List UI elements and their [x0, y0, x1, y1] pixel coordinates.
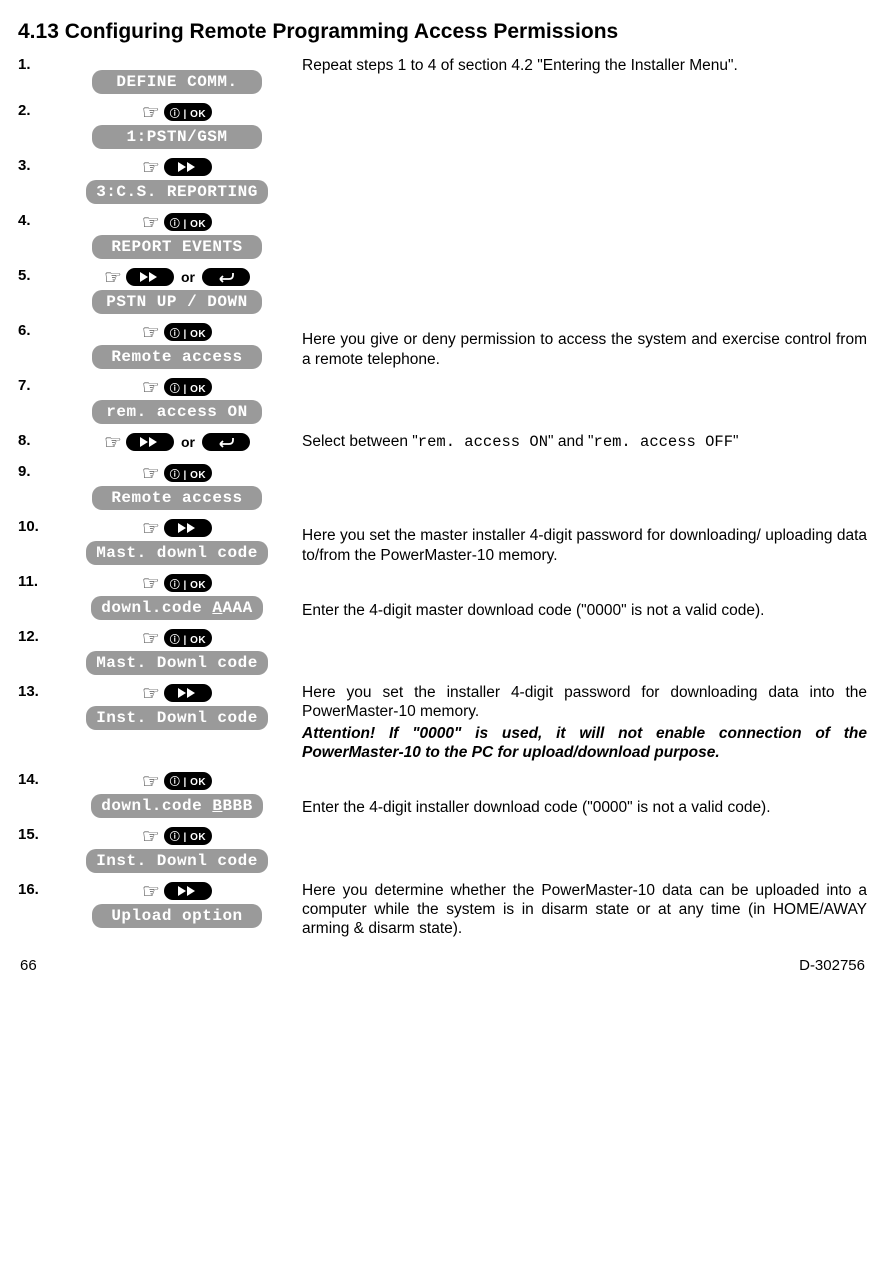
hand-icon: ☞ — [142, 103, 160, 123]
page-title: 4.13 Configuring Remote Programming Acce… — [18, 20, 867, 44]
page-footer: 66 D-302756 — [18, 957, 867, 982]
step-description: Here you set the installer 4-digit passw… — [302, 683, 867, 722]
page-number: 66 — [20, 957, 37, 974]
doc-id: D-302756 — [799, 957, 865, 974]
hand-icon: ☞ — [142, 882, 160, 902]
hand-icon: ☞ — [142, 213, 160, 233]
hand-icon: ☞ — [142, 158, 160, 178]
step-number: 9. — [18, 459, 52, 514]
step-description: Enter the 4-digit installer download cod… — [302, 767, 867, 822]
key-row: ☞ — [142, 377, 212, 397]
ok-button-icon — [164, 464, 212, 482]
step-number: 12. — [18, 624, 52, 679]
step-number: 8. — [18, 428, 52, 459]
step-number: 6. — [18, 318, 52, 373]
lcd-display: Upload option — [92, 904, 262, 928]
key-row: ☞ or — [104, 267, 250, 287]
back-button-icon — [202, 433, 250, 451]
key-row: ☞ or — [104, 432, 250, 452]
key-row: ☞ — [142, 157, 212, 177]
warning-text: Attention! If "0000" is used, it will no… — [302, 724, 867, 763]
ok-button-icon — [164, 323, 212, 341]
code-fragment: rem. access ON — [418, 433, 548, 451]
text-fragment: " — [733, 433, 739, 450]
key-row: ☞ — [142, 102, 212, 122]
step-description: Here you set the master installer 4-digi… — [302, 514, 867, 569]
forward-button-icon — [126, 268, 174, 286]
lcd-display: Remote access — [92, 345, 262, 369]
ok-button-icon — [164, 574, 212, 592]
lcd-display: DEFINE COMM. — [92, 70, 262, 94]
ok-button-icon — [164, 213, 212, 231]
step-number: 16. — [18, 877, 52, 943]
step-number: 10. — [18, 514, 52, 569]
hand-icon: ☞ — [142, 684, 160, 704]
lcd-display: Mast. Downl code — [86, 651, 268, 675]
step-number: 2. — [18, 98, 52, 153]
lcd-display: downl.code AAAA — [91, 596, 263, 620]
lcd-display: REPORT EVENTS — [92, 235, 262, 259]
hand-icon: ☞ — [142, 464, 160, 484]
forward-button-icon — [164, 519, 212, 537]
text-fragment: Select between " — [302, 433, 418, 450]
lcd-display: Mast. downl code — [86, 541, 268, 565]
code-fragment: rem. access OFF — [594, 433, 734, 451]
lcd-display: PSTN UP / DOWN — [92, 290, 262, 314]
ok-button-icon — [164, 103, 212, 121]
hand-icon: ☞ — [104, 433, 122, 453]
hand-icon: ☞ — [104, 268, 122, 288]
key-row: ☞ — [142, 683, 212, 703]
key-row: ☞ — [142, 826, 212, 846]
hand-icon: ☞ — [142, 827, 160, 847]
ok-button-icon — [164, 827, 212, 845]
hand-icon: ☞ — [142, 772, 160, 792]
step-description: Repeat steps 1 to 4 of section 4.2 "Ente… — [302, 52, 867, 98]
step-number: 3. — [18, 153, 52, 208]
step-number: 5. — [18, 263, 52, 318]
key-row: ☞ — [142, 628, 212, 648]
step-number: 4. — [18, 208, 52, 263]
step-number: 15. — [18, 822, 52, 877]
ok-button-icon — [164, 629, 212, 647]
key-row: ☞ — [142, 573, 212, 593]
lcd-display: downl.code BBBB — [91, 794, 263, 818]
steps-table: 1. DEFINE COMM. Repeat steps 1 to 4 of s… — [18, 52, 867, 943]
forward-button-icon — [164, 684, 212, 702]
key-row: ☞ — [142, 463, 212, 483]
lcd-display: rem. access ON — [92, 400, 262, 424]
key-row: ☞ — [142, 518, 212, 538]
forward-button-icon — [164, 882, 212, 900]
forward-button-icon — [164, 158, 212, 176]
step-number: 1. — [18, 52, 52, 98]
step-description: Here you give or deny permission to acce… — [302, 318, 867, 373]
step-number: 11. — [18, 569, 52, 624]
hand-icon: ☞ — [142, 629, 160, 649]
key-row: ☞ — [142, 881, 212, 901]
ok-button-icon — [164, 378, 212, 396]
key-row: ☞ — [142, 322, 212, 342]
key-row: ☞ — [142, 212, 212, 232]
text-fragment: " and " — [548, 433, 593, 450]
lcd-display: 3:C.S. REPORTING — [86, 180, 268, 204]
lcd-display: 1:PSTN/GSM — [92, 125, 262, 149]
step-number: 14. — [18, 767, 52, 822]
lcd-display: Remote access — [92, 486, 262, 510]
or-label: or — [181, 434, 195, 450]
key-row: ☞ — [142, 771, 212, 791]
ok-button-icon — [164, 772, 212, 790]
hand-icon: ☞ — [142, 519, 160, 539]
forward-button-icon — [126, 433, 174, 451]
lcd-display: Inst. Downl code — [86, 706, 268, 730]
back-button-icon — [202, 268, 250, 286]
step-number: 7. — [18, 373, 52, 428]
lcd-display: Inst. Downl code — [86, 849, 268, 873]
hand-icon: ☞ — [142, 378, 160, 398]
hand-icon: ☞ — [142, 323, 160, 343]
step-number: 13. — [18, 679, 52, 767]
hand-icon: ☞ — [142, 574, 160, 594]
step-description: Enter the 4-digit master download code (… — [302, 569, 867, 624]
step-description: Select between "rem. access ON" and "rem… — [302, 428, 867, 459]
step-description: Here you determine whether the PowerMast… — [302, 877, 867, 943]
or-label: or — [181, 269, 195, 285]
